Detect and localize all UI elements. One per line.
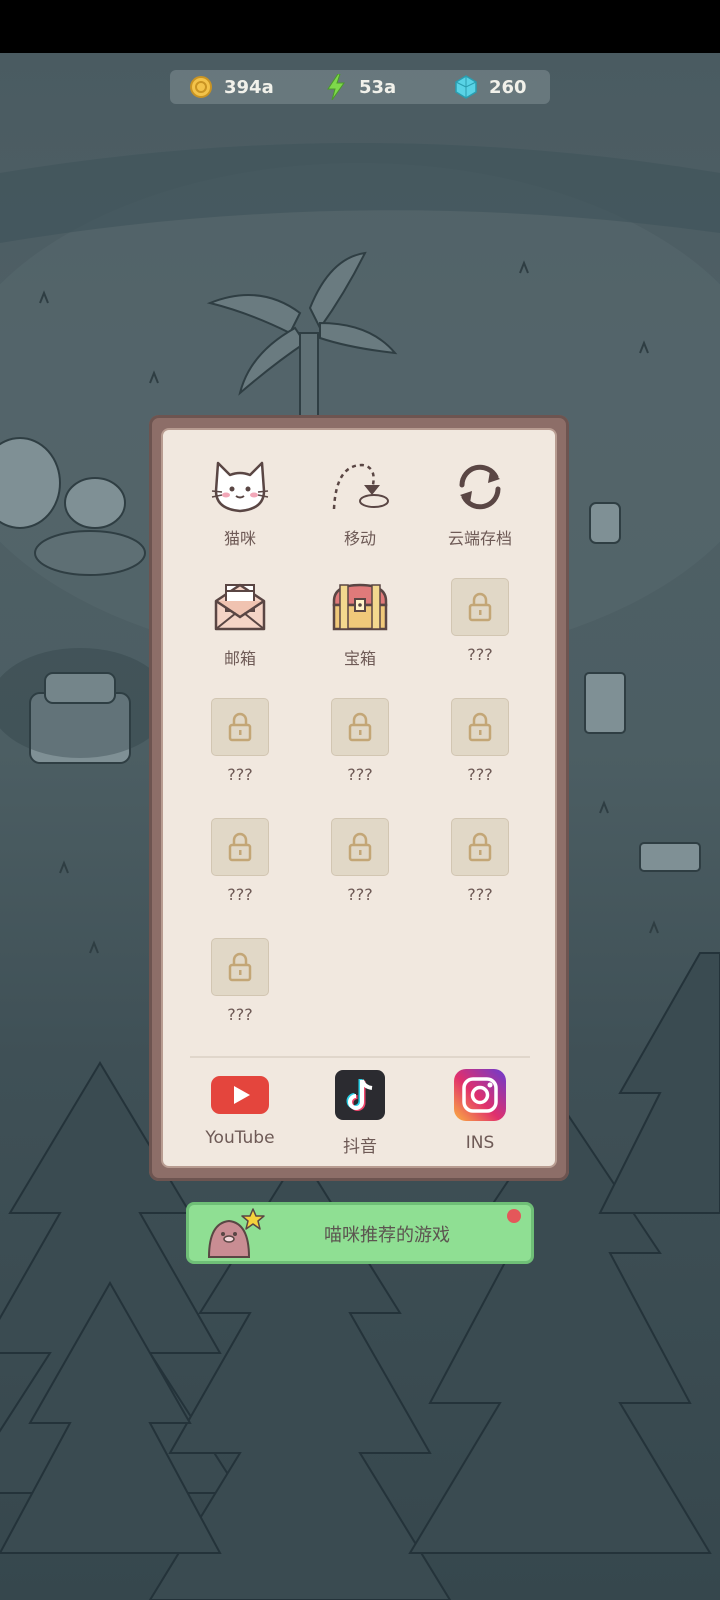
menu-item-label: ??? (467, 885, 493, 904)
lock-icon (211, 698, 269, 756)
menu-item-move[interactable]: 移动 (310, 455, 410, 555)
recommended-games-button[interactable]: 喵咪推荐的游戏 (186, 1202, 534, 1264)
lock-icon (451, 818, 509, 876)
lock-icon (451, 578, 509, 636)
menu-item-cat[interactable]: 猫咪 (190, 455, 290, 555)
cat-icon (208, 455, 272, 519)
menu-item-locked[interactable]: ??? (310, 695, 410, 795)
menu-item-label: 云端存档 (447, 529, 512, 548)
menu-item-label: 移动 (343, 529, 376, 548)
menu-item-locked[interactable]: ??? (190, 935, 290, 1035)
youtube-label: YouTube (205, 1128, 275, 1148)
menu-item-label: 宝箱 (343, 649, 376, 668)
energy-counter: 53a (325, 70, 396, 104)
gem-icon (455, 75, 477, 99)
gem-value: 260 (489, 76, 527, 98)
recommended-games-label: 喵咪推荐的游戏 (324, 1225, 450, 1246)
lock-icon (211, 938, 269, 996)
menu-item-label: ??? (467, 645, 493, 664)
youtube-icon (211, 1074, 269, 1120)
menu-item-locked[interactable]: ??? (430, 695, 530, 795)
coin-value: 394a (224, 76, 274, 98)
menu-item-label: ??? (467, 765, 493, 784)
instagram-link[interactable]: INS (430, 1069, 530, 1153)
lock-icon (211, 818, 269, 876)
menu-item-locked[interactable]: ??? (430, 575, 530, 675)
move-icon (328, 455, 392, 519)
menu-item-label: 猫咪 (223, 529, 256, 548)
menu-item-label: 邮箱 (223, 649, 256, 668)
lock-icon (451, 698, 509, 756)
currency-bar: 394a 53a 260 (170, 70, 550, 104)
menu-item-mail[interactable]: 邮箱 (190, 575, 290, 675)
status-bar (0, 0, 720, 53)
menu-item-locked[interactable]: ??? (430, 815, 530, 915)
menu-item-label: ??? (227, 885, 253, 904)
douyin-link[interactable]: 抖音 (310, 1070, 410, 1157)
coin-counter: 394a (190, 70, 274, 104)
menu-item-label: ??? (227, 765, 253, 784)
menu-item-label: ??? (227, 1005, 253, 1024)
treasure-chest-icon (328, 575, 392, 639)
menu-item-locked[interactable]: ??? (190, 695, 290, 795)
douyin-icon (335, 1070, 385, 1124)
menu-item-locked[interactable]: ??? (310, 815, 410, 915)
douyin-label: 抖音 (343, 1137, 377, 1157)
coin-icon (190, 76, 212, 98)
lock-icon (331, 818, 389, 876)
gem-counter: 260 (455, 70, 527, 104)
instagram-icon (454, 1069, 506, 1125)
divider (190, 1056, 530, 1058)
notification-dot (507, 1209, 521, 1223)
menu-item-label: ??? (347, 885, 373, 904)
youtube-link[interactable]: YouTube (190, 1074, 290, 1148)
menu-item-locked[interactable]: ??? (190, 815, 290, 915)
menu-item-label: ??? (347, 765, 373, 784)
cloud-sync-icon (448, 455, 512, 519)
mail-icon (208, 575, 272, 639)
energy-value: 53a (359, 76, 397, 98)
lock-icon (331, 698, 389, 756)
instagram-label: INS (465, 1133, 495, 1153)
lightning-icon (325, 74, 347, 100)
menu-item-cloud-save[interactable]: 云端存档 (430, 455, 530, 555)
mole-mascot-icon (203, 1207, 265, 1265)
menu-item-treasure-chest[interactable]: 宝箱 (310, 575, 410, 675)
